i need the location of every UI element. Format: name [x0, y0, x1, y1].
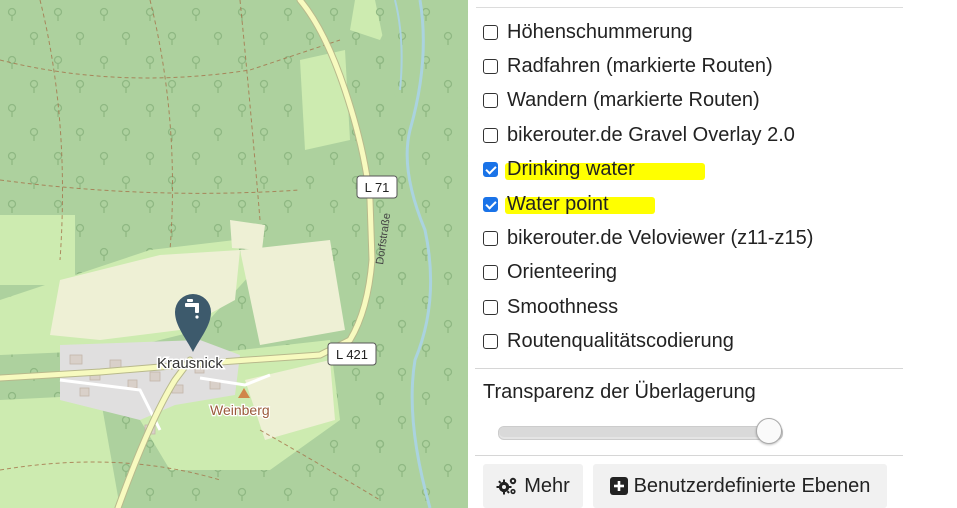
top-divider — [476, 7, 903, 8]
layer-checkbox[interactable] — [483, 231, 498, 247]
layer-checkbox[interactable] — [483, 24, 498, 40]
layer-item-label: Water point — [507, 192, 609, 215]
layer-checkbox[interactable] — [483, 93, 498, 109]
opacity-label: Transparenz der Überlagerung — [483, 381, 756, 403]
layer-item-orienteering[interactable]: Orienteering — [483, 256, 813, 290]
layer-checkbox[interactable] — [483, 334, 498, 350]
layer-item-label: Höhenschummerung — [507, 20, 693, 43]
svg-text:L 421: L 421 — [336, 347, 368, 362]
layer-item-wandern[interactable]: Wandern (markierte Routen) — [483, 84, 813, 118]
layer-item-label: bikerouter.de Veloviewer (z11-z15) — [507, 227, 814, 250]
gears-icon — [496, 476, 518, 496]
opacity-slider[interactable] — [498, 418, 783, 444]
layer-item-label: Routenqualitätscodierung — [507, 330, 734, 353]
layer-item-routenqualitaet[interactable]: Routenqualitätscodierung — [483, 325, 813, 359]
layer-checkbox[interactable] — [483, 127, 498, 143]
road-shield-l421: L 421 — [327, 342, 377, 366]
place-label-weinberg: Weinberg — [210, 402, 270, 418]
plus-square-icon — [609, 477, 628, 495]
layer-item-label: Orienteering — [507, 261, 618, 284]
layer-checkbox[interactable] — [483, 59, 498, 75]
svg-text:L 71: L 71 — [365, 180, 390, 195]
layer-control-panel: Höhenschummerung Radfahren (markierte Ro… — [468, 0, 957, 508]
layer-item-radfahren[interactable]: Radfahren (markierte Routen) — [483, 49, 813, 83]
layer-item-water-point[interactable]: Water point — [483, 187, 813, 221]
place-label-krausnick: Krausnick — [157, 355, 223, 372]
layer-item-label: Radfahren (markierte Routen) — [507, 55, 773, 78]
layer-item-label: Drinking water — [507, 158, 635, 181]
layer-item-label: Wandern (markierte Routen) — [507, 89, 760, 112]
layer-checkbox[interactable] — [483, 162, 498, 178]
layer-checkbox[interactable] — [483, 265, 498, 281]
layer-item-gravel-overlay[interactable]: bikerouter.de Gravel Overlay 2.0 — [483, 118, 813, 152]
custom-layers-button[interactable]: Benutzerdefinierte Ebenen — [593, 464, 887, 508]
more-button-label: Mehr — [524, 474, 570, 497]
layer-item-label: bikerouter.de Gravel Overlay 2.0 — [507, 123, 795, 146]
map-canvas[interactable]: L 71 L 421 Dorfstraße Krausnick Weinberg — [0, 0, 468, 508]
layer-checkbox[interactable] — [483, 299, 498, 315]
layer-item-veloviewer[interactable]: bikerouter.de Veloviewer (z11-z15) — [483, 221, 813, 255]
slider-fill — [499, 427, 768, 437]
more-button[interactable]: Mehr — [483, 464, 583, 508]
map-view[interactable]: L 71 L 421 Dorfstraße Krausnick Weinberg — [0, 0, 468, 508]
road-shield-l71: L 71 — [356, 175, 398, 199]
section-divider — [475, 455, 903, 456]
custom-layers-button-label: Benutzerdefinierte Ebenen — [633, 474, 871, 497]
slider-thumb[interactable] — [755, 418, 782, 444]
layer-item-label: Smoothness — [507, 295, 619, 318]
layer-checkbox[interactable] — [483, 196, 498, 212]
section-divider — [475, 368, 903, 369]
layer-item-smoothness[interactable]: Smoothness — [483, 290, 813, 324]
layer-item-hoehenschummerung[interactable]: Höhenschummerung — [483, 15, 813, 49]
layer-item-drinking-water[interactable]: Drinking water — [483, 153, 813, 187]
overlay-layer-list: Höhenschummerung Radfahren (markierte Ro… — [483, 15, 813, 359]
